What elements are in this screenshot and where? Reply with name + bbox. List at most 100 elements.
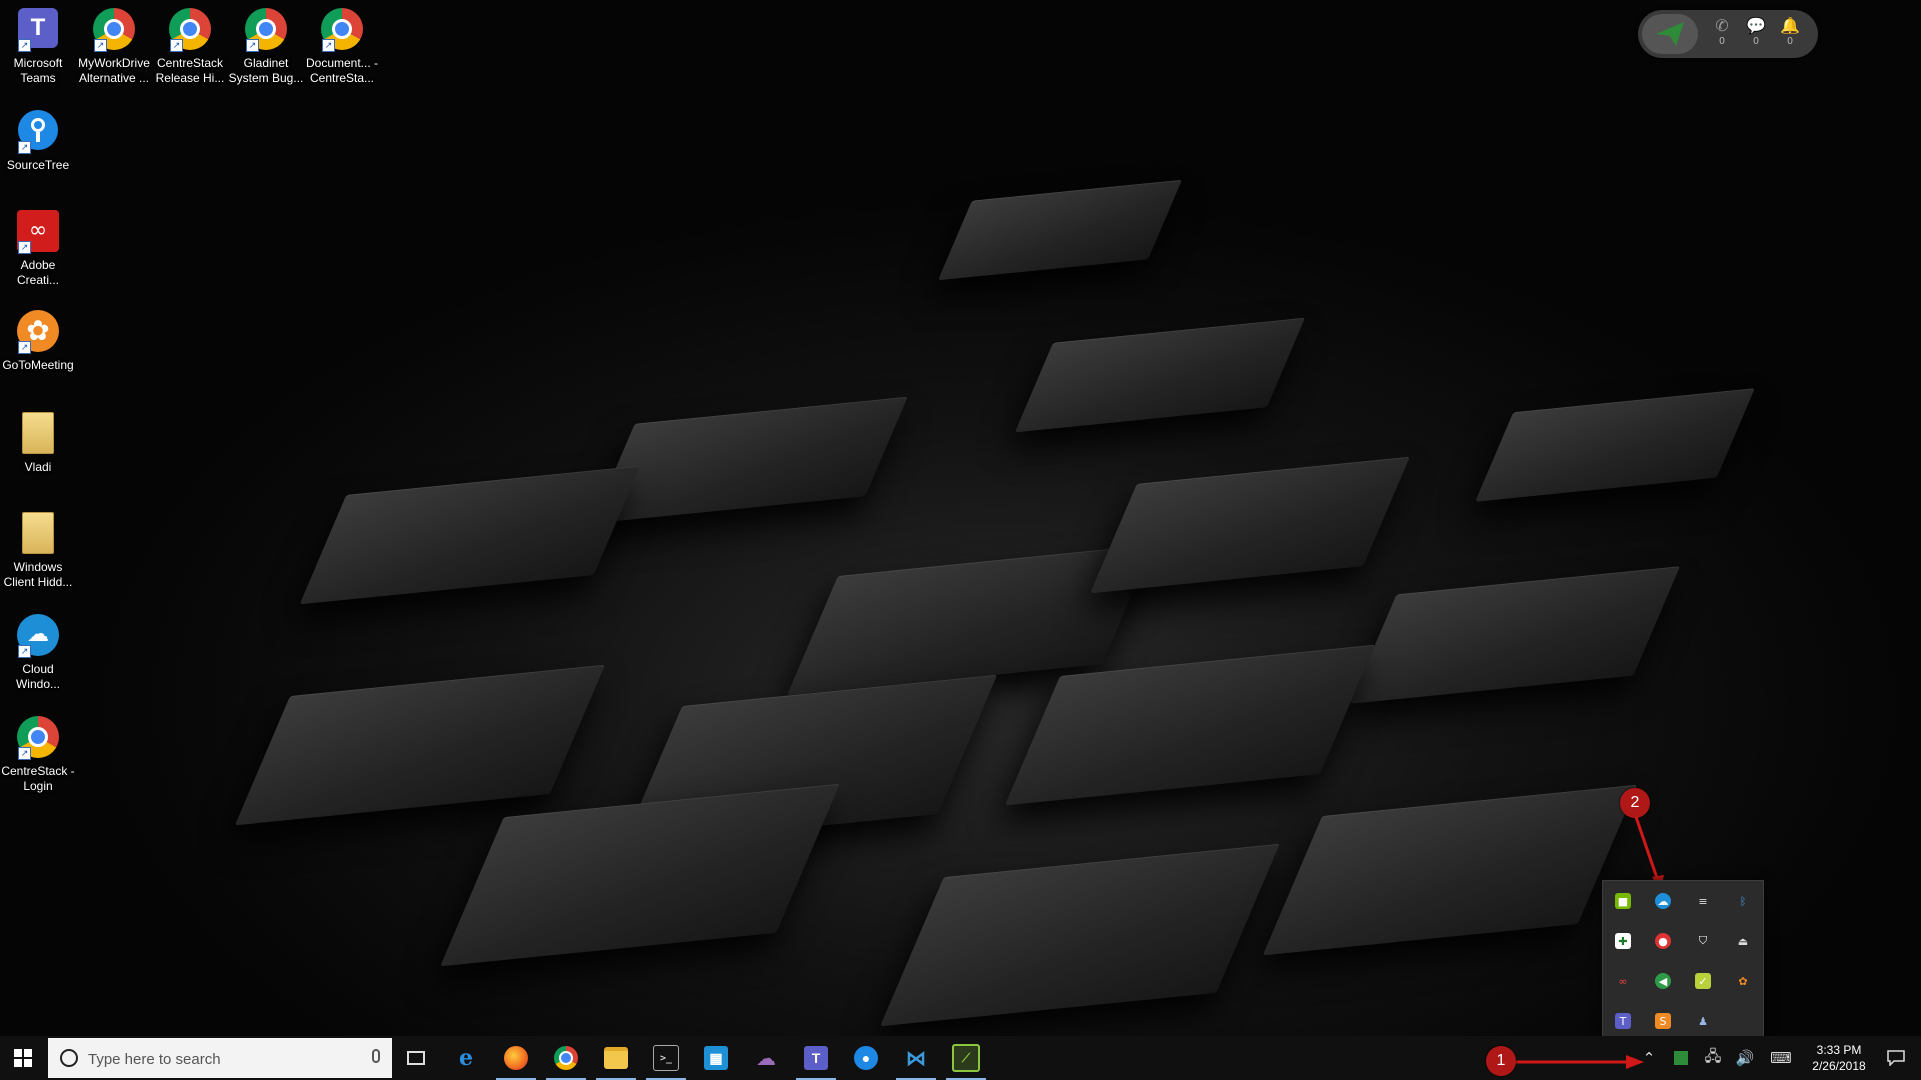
wallpaper-tile bbox=[592, 396, 908, 524]
taskbar-app-vscode[interactable]: ⋈ bbox=[892, 1036, 940, 1080]
taskbar-app-store[interactable]: ▦ bbox=[692, 1036, 740, 1080]
phone-icon: ✆ bbox=[1715, 18, 1729, 35]
taskbar-app-chrome[interactable] bbox=[542, 1036, 590, 1080]
taskbar-app-teams[interactable]: T bbox=[792, 1036, 840, 1080]
bluetooth-icon[interactable]: ᛒ bbox=[1723, 881, 1763, 921]
shortcut-arrow-icon: ↗ bbox=[18, 645, 31, 658]
desktop-icon-windows-client-hidden[interactable]: Windows Client Hidd... bbox=[0, 512, 76, 590]
windows-logo-icon bbox=[14, 1049, 32, 1067]
notification-icon bbox=[1887, 1050, 1905, 1066]
vscode-icon: ⋈ bbox=[906, 1047, 926, 1070]
file-explorer-icon bbox=[604, 1047, 628, 1069]
desktop-icon-label: Document... - CentreSta... bbox=[305, 56, 379, 85]
desktop-icon-label: Microsoft Teams bbox=[13, 56, 63, 85]
network-icon: 🖧 bbox=[1704, 1046, 1722, 1065]
tray-green-app-button[interactable] bbox=[1666, 1036, 1696, 1080]
desktop-icon-cloud-windows[interactable]: ☁ ↗ Cloud Windo... bbox=[0, 614, 76, 692]
clipboard-icon[interactable]: ✓ bbox=[1683, 961, 1723, 1001]
wallpaper-tile bbox=[1262, 784, 1638, 956]
wallpaper-tile bbox=[1475, 388, 1755, 502]
taskbar-app-dev-tool[interactable]: ⟋ bbox=[942, 1036, 990, 1080]
search-input[interactable] bbox=[86, 1046, 360, 1072]
adobe-creative-cloud-icon: ∞ ↗ bbox=[16, 210, 60, 254]
taskbar-app-sourcetree[interactable]: ● bbox=[842, 1036, 890, 1080]
phone-app-logo-icon[interactable] bbox=[1642, 14, 1698, 54]
cc-icon[interactable]: ∞ bbox=[1603, 961, 1643, 1001]
notifications-indicator[interactable]: 🔔 0 bbox=[1776, 18, 1804, 47]
desktop-icon-label: MyWorkDrive Alternative ... bbox=[78, 56, 150, 85]
keyboard-icon: ⌨ bbox=[1770, 1049, 1792, 1067]
desktop-icon-sourcetree[interactable]: ↗ SourceTree bbox=[0, 110, 76, 173]
wallpaper-tile bbox=[440, 783, 840, 967]
messages-indicator[interactable]: 💬 0 bbox=[1742, 18, 1770, 47]
chrome-icon bbox=[554, 1046, 578, 1070]
shortcut-arrow-icon: ↗ bbox=[322, 39, 335, 52]
task-view-icon bbox=[407, 1051, 425, 1065]
annotation-marker-1: 1 bbox=[1486, 1046, 1516, 1076]
taskbar-search-box[interactable] bbox=[48, 1038, 392, 1078]
cloud-sync-icon[interactable]: ☁ bbox=[1643, 881, 1683, 921]
desktop-icon-gladinet-bug[interactable]: ↗ Gladinet System Bug... bbox=[228, 8, 304, 86]
defender-icon[interactable]: ✚ bbox=[1603, 921, 1643, 961]
desktop-icon-gotomeeting[interactable]: ✿ ↗ GoToMeeting bbox=[0, 310, 76, 373]
chrome-icon: ↗ bbox=[16, 716, 60, 760]
annotation-marker-2: 2 bbox=[1620, 788, 1650, 818]
desktop-icon-document-centrestack[interactable]: ↗ Document... - CentreSta... bbox=[304, 8, 380, 86]
wallpaper-tile bbox=[234, 664, 606, 826]
desktop-icon-centrestack-release[interactable]: ↗ CentreStack Release Hi... bbox=[152, 8, 228, 86]
taskbar-app-command-prompt[interactable]: >_ bbox=[642, 1036, 690, 1080]
teams-icon: T ↗ bbox=[16, 8, 60, 52]
chrome-red-icon[interactable]: ● bbox=[1643, 921, 1683, 961]
desktop-icon-centrestack-login[interactable]: ↗ CentreStack - Login bbox=[0, 716, 76, 794]
desktop-icon-label: SourceTree bbox=[6, 158, 70, 172]
teams-tray-icon[interactable]: T bbox=[1603, 1001, 1643, 1036]
wallpaper-tile bbox=[299, 465, 641, 605]
desktop-icon-adobe-creative-cloud[interactable]: ∞ ↗ Adobe Creati... bbox=[0, 210, 76, 288]
user-icon[interactable]: ♟ bbox=[1683, 1001, 1723, 1036]
desktop-icon-myworkdrive[interactable]: ↗ MyWorkDrive Alternative ... bbox=[76, 8, 152, 86]
task-view-button[interactable] bbox=[392, 1036, 440, 1080]
desktop-icon-label: Vladi bbox=[24, 460, 52, 474]
shortcut-arrow-icon: ↗ bbox=[18, 141, 31, 154]
touch-keyboard-button[interactable]: ⌨ bbox=[1766, 1036, 1796, 1080]
chrome-icon: ↗ bbox=[92, 8, 136, 52]
sync-green-icon[interactable]: ◀ bbox=[1643, 961, 1683, 1001]
desktop-icon-vladi[interactable]: Vladi bbox=[0, 412, 76, 475]
taskbar-app-edge[interactable]: e bbox=[442, 1036, 490, 1080]
action-center-button[interactable] bbox=[1874, 1036, 1918, 1080]
store-icon: ▦ bbox=[704, 1046, 728, 1070]
usb-eject-icon[interactable]: ⏏ bbox=[1723, 921, 1763, 961]
taskbar-app-file-explorer[interactable] bbox=[592, 1036, 640, 1080]
media-icon[interactable]: ≡ bbox=[1683, 881, 1723, 921]
wallpaper-tile bbox=[1004, 644, 1376, 806]
shortcut-arrow-icon: ↗ bbox=[18, 341, 31, 354]
taskbar-app-onedrive[interactable]: ☁ bbox=[742, 1036, 790, 1080]
gotomeeting-tray-icon[interactable]: ✿ bbox=[1723, 961, 1763, 1001]
shortcut-arrow-icon: ↗ bbox=[18, 39, 31, 52]
taskbar-clock[interactable]: 3:33 PM 2/26/2018 bbox=[1798, 1042, 1880, 1074]
start-button[interactable] bbox=[0, 1036, 46, 1080]
bell-icon: 🔔 bbox=[1780, 18, 1800, 35]
desktop: T ↗ Microsoft Teams ↗ MyWorkDrive Altern… bbox=[0, 0, 1921, 1036]
microphone-icon[interactable] bbox=[372, 1049, 380, 1063]
taskbar-app-firefox[interactable] bbox=[492, 1036, 540, 1080]
sublime-icon[interactable]: S bbox=[1643, 1001, 1683, 1036]
shortcut-arrow-icon: ↗ bbox=[94, 39, 107, 52]
calls-indicator[interactable]: ✆ 0 bbox=[1708, 18, 1736, 47]
phone-widget[interactable]: ✆ 0 💬 0 🔔 0 bbox=[1638, 10, 1818, 58]
shield-icon[interactable]: ⛉ bbox=[1683, 921, 1723, 961]
chrome-icon: ↗ bbox=[168, 8, 212, 52]
network-button[interactable]: 🖧 bbox=[1698, 1036, 1728, 1080]
cloud-icon: ☁ ↗ bbox=[16, 614, 60, 658]
volume-button[interactable]: 🔊 bbox=[1730, 1036, 1760, 1080]
wallpaper-tile bbox=[1090, 456, 1410, 594]
desktop-icon-label: CentreStack - Login bbox=[1, 764, 75, 793]
dev-tool-icon: ⟋ bbox=[952, 1044, 980, 1072]
sourcetree-icon: ● bbox=[854, 1046, 878, 1070]
chat-icon: 💬 bbox=[1746, 18, 1766, 35]
clock-date: 2/26/2018 bbox=[1812, 1059, 1866, 1073]
desktop-icon-microsoft-teams[interactable]: T ↗ Microsoft Teams bbox=[0, 8, 76, 86]
command-prompt-icon: >_ bbox=[653, 1045, 679, 1071]
nvidia-icon[interactable]: ■ bbox=[1603, 881, 1643, 921]
folder-icon bbox=[16, 412, 60, 456]
